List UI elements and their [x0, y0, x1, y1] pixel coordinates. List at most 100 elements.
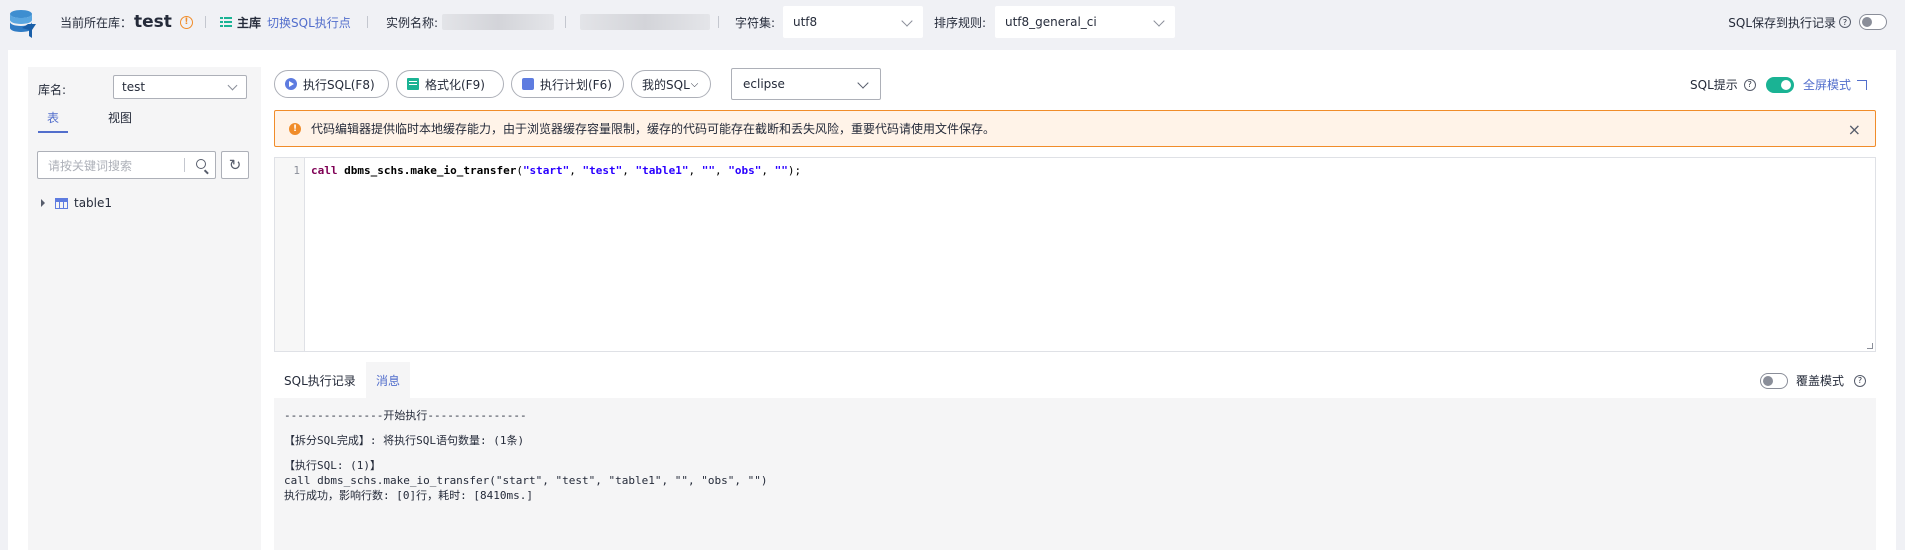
message-line: 【执行SQL: (1)】 [284, 459, 381, 472]
instance-name-label: 实例名称: [386, 15, 439, 30]
search-icon[interactable] [196, 159, 206, 169]
close-icon[interactable]: × [1848, 120, 1861, 139]
code-function: dbms_schs.make_io_transfer [344, 164, 517, 177]
chevron-down-icon [1153, 15, 1165, 27]
resize-handle[interactable] [1867, 343, 1873, 349]
current-database-name: test [134, 12, 172, 32]
cover-mode-toggle[interactable] [1760, 372, 1788, 389]
execution-plan-label: 执行计划(F6) [540, 77, 612, 92]
help-icon[interactable]: ? [1854, 374, 1867, 387]
top-bar: 当前所在库： test ! 主库 切换SQL执行点 实例名称: 字符集: utf… [0, 0, 1905, 44]
database-logo-icon [10, 10, 36, 38]
chevron-down-icon: ⌵ [690, 78, 699, 90]
charset-label: 字符集: [735, 15, 776, 30]
chevron-down-icon [857, 77, 869, 89]
code-comma: , [761, 164, 775, 177]
code-close: ); [787, 164, 802, 177]
refresh-button[interactable]: ↻ [221, 151, 249, 179]
search-placeholder: 请按关键词搜索 [48, 158, 133, 173]
tab-messages[interactable]: 消息 [366, 362, 411, 398]
play-icon [285, 78, 297, 90]
format-label: 格式化(F9) [425, 77, 485, 92]
tab-tables[interactable]: 表 [38, 109, 68, 133]
code-comma: , [569, 164, 583, 177]
code-arg: "start" [522, 164, 570, 177]
code-comma: , [622, 164, 636, 177]
code-arg: "test" [582, 164, 623, 177]
object-sidebar: 库名: test 表 视图 请按关键词搜索 ↻ table1 [28, 67, 261, 550]
plan-icon [522, 78, 534, 90]
message-line: 【拆分SQL完成】: 将执行SQL语句数量: (1条) [284, 434, 525, 447]
my-sql-label: 我的SQL [642, 77, 690, 92]
warning-icon: ! [289, 122, 301, 135]
execute-sql-button[interactable]: 执行SQL(F8) [274, 70, 389, 98]
warning-text: 代码编辑器提供临时本地缓存能力，由于浏览器缓存容量限制，缓存的代码可能存在截断和… [311, 122, 996, 136]
message-line: 执行成功，影响行数: [0]行，耗时: [8410ms.] [284, 489, 533, 502]
execute-sql-label: 执行SQL(F8) [303, 77, 375, 92]
tree-item-table1[interactable]: table1 [41, 196, 112, 210]
format-button[interactable]: 格式化(F9) [396, 70, 504, 98]
switch-sql-execution-point-link[interactable]: 切换SQL执行点 [267, 14, 351, 31]
code-arg: "table1" [635, 164, 689, 177]
cover-mode-label: 覆盖模式 [1796, 374, 1845, 388]
code-comma: , [715, 164, 729, 177]
cache-warning-banner: ! 代码编辑器提供临时本地缓存能力，由于浏览器缓存容量限制，缓存的代码可能存在截… [274, 110, 1876, 147]
main-panel: 库名: test 表 视图 请按关键词搜索 ↻ table1 执行SQL(F8)… [8, 50, 1896, 550]
master-label: 主库 [237, 15, 262, 30]
collation-value: utf8_general_ci [1005, 15, 1097, 29]
help-icon[interactable]: ? [1839, 16, 1851, 28]
sql-hint-control: SQL提示 ? [1690, 76, 1794, 93]
sql-hint-label: SQL提示 [1690, 78, 1738, 92]
sql-editor[interactable]: 1 call dbms_schs.make_io_transfer("start… [274, 157, 1876, 352]
sql-hint-toggle[interactable] [1765, 76, 1794, 93]
code-keyword: call [311, 164, 338, 177]
editor-theme-select[interactable]: eclipse [731, 68, 881, 100]
charset-select[interactable]: utf8 [783, 6, 923, 38]
database-name-label: 库名: [38, 83, 67, 97]
tab-sql-history[interactable]: SQL执行记录 [274, 362, 366, 398]
fullscreen-label: 全屏模式 [1803, 78, 1852, 92]
expand-icon [1857, 79, 1868, 90]
refresh-icon: ↻ [228, 156, 242, 174]
code-comma: , [688, 164, 702, 177]
instance-name-redacted [442, 14, 554, 30]
tab-views[interactable]: 视图 [108, 109, 132, 133]
current-database: 当前所在库： test ! [60, 0, 193, 44]
list-icon [220, 17, 232, 27]
divider [184, 158, 185, 172]
search-input[interactable]: 请按关键词搜索 [37, 151, 216, 179]
divider [205, 16, 206, 28]
message-output: ---------------开始执行--------------- 【拆分SQ… [274, 398, 1876, 550]
table-icon [55, 197, 68, 209]
caret-right-icon[interactable] [41, 199, 45, 207]
database-select[interactable]: test [113, 75, 247, 99]
divider [565, 16, 566, 28]
save-to-history-label: SQL保存到执行记录 [1728, 15, 1836, 30]
divider [367, 16, 368, 28]
save-to-history: SQL保存到执行记录 ? [1728, 0, 1887, 44]
chevron-down-icon [901, 15, 913, 27]
current-database-label: 当前所在库： [60, 15, 133, 30]
execution-plan-button[interactable]: 执行计划(F6) [511, 70, 624, 98]
line-number: 1 [293, 164, 300, 177]
code-arg: "" [701, 164, 716, 177]
message-line: call dbms_schs.make_io_transfer("start",… [284, 474, 768, 487]
charset-value: utf8 [793, 15, 818, 29]
collation-select[interactable]: utf8_general_ci [995, 6, 1175, 38]
chevron-down-icon [227, 80, 238, 91]
message-line: ---------------开始执行--------------- [284, 409, 527, 422]
fullscreen-button[interactable]: 全屏模式 [1803, 76, 1868, 93]
info-icon[interactable]: ! [179, 15, 193, 29]
divider [718, 16, 719, 28]
cover-mode-control: 覆盖模式 ? [1760, 372, 1867, 389]
save-to-history-toggle[interactable] [1859, 14, 1887, 30]
collation-label: 排序规则: [934, 15, 987, 30]
my-sql-dropdown[interactable]: 我的SQL ⌵ [631, 70, 711, 98]
instance-id-redacted [580, 14, 710, 30]
editor-theme-value: eclipse [743, 77, 785, 91]
code-paren: ( [516, 164, 523, 177]
line-number-gutter: 1 [275, 158, 305, 351]
help-icon[interactable]: ? [1743, 78, 1756, 91]
code-line[interactable]: call dbms_schs.make_io_transfer("start",… [311, 164, 801, 177]
tree-item-label: table1 [74, 196, 113, 210]
